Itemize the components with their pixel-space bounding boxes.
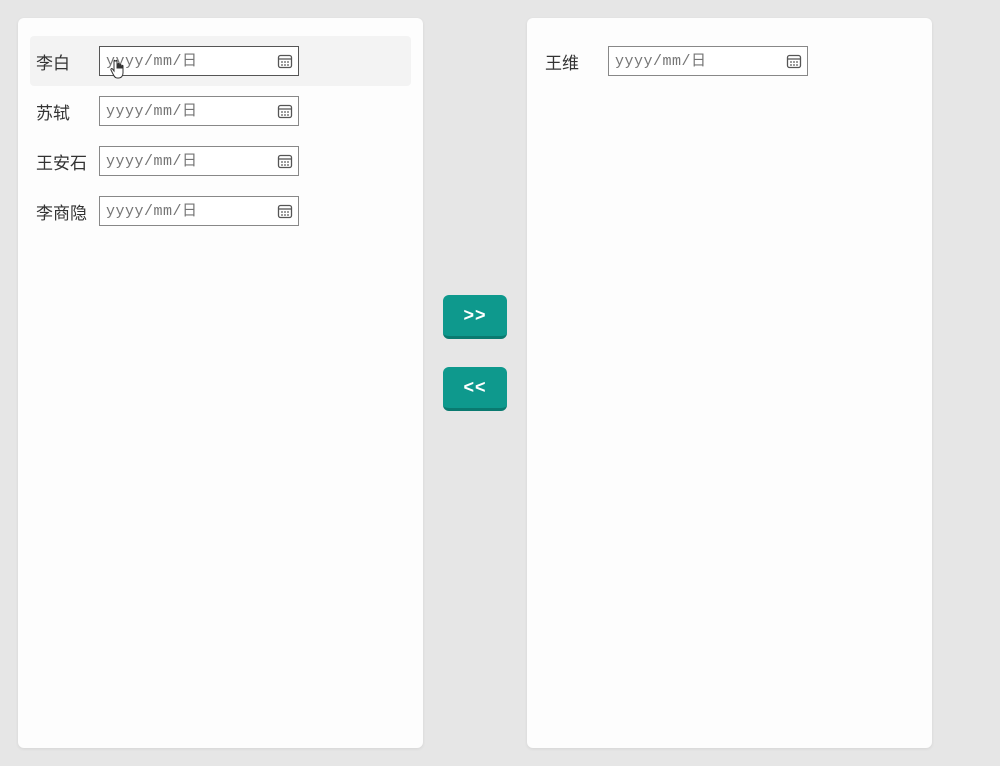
- item-label: 王维: [545, 49, 600, 74]
- item-label: 李白: [36, 49, 91, 74]
- list-item[interactable]: 王安石: [30, 136, 411, 186]
- move-right-button[interactable]: >>: [443, 295, 507, 339]
- item-label: 苏轼: [36, 99, 91, 124]
- date-input-wrap: [99, 196, 299, 226]
- list-item[interactable]: 王维: [539, 36, 920, 86]
- date-input-wrap: [99, 46, 299, 76]
- date-input[interactable]: [99, 146, 299, 176]
- date-input-wrap: [99, 146, 299, 176]
- transfer-container: 李白 苏轼 王安石: [0, 0, 1000, 766]
- item-label: 王安石: [36, 149, 91, 174]
- date-input[interactable]: [99, 46, 299, 76]
- date-input-wrap: [99, 96, 299, 126]
- list-item[interactable]: 李商隐: [30, 186, 411, 236]
- transfer-controls: >> <<: [443, 295, 507, 411]
- list-item[interactable]: 李白: [30, 36, 411, 86]
- list-item[interactable]: 苏轼: [30, 86, 411, 136]
- left-panel: 李白 苏轼 王安石: [18, 18, 423, 748]
- item-label: 李商隐: [36, 199, 91, 224]
- move-left-button[interactable]: <<: [443, 367, 507, 411]
- date-input[interactable]: [608, 46, 808, 76]
- right-panel: 王维: [527, 18, 932, 748]
- date-input[interactable]: [99, 196, 299, 226]
- date-input[interactable]: [99, 96, 299, 126]
- date-input-wrap: [608, 46, 808, 76]
